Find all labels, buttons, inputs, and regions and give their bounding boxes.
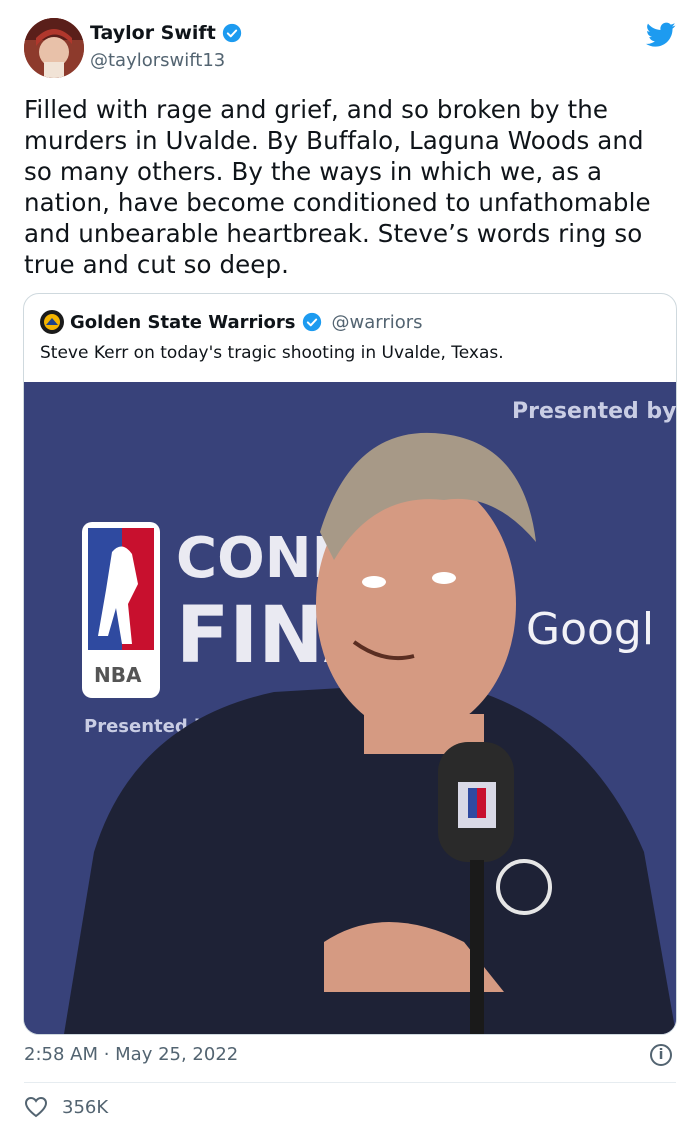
press-conference-image: Presented by Goog NBA CONFER FINA Googl … (24, 382, 676, 1034)
verified-badge-icon (222, 23, 241, 43)
like-count: 356K (62, 1096, 109, 1118)
info-icon[interactable]: i (650, 1044, 672, 1066)
author-handle[interactable]: @taylorswift13 (90, 50, 225, 71)
quoted-header: Golden State Warriors @warriors (40, 310, 423, 334)
nba-logo: NBA (82, 522, 160, 698)
like-row[interactable]: 356K (24, 1096, 108, 1118)
nba-logo-label: NBA (94, 663, 142, 687)
quoted-author-name[interactable]: Golden State Warriors (70, 312, 296, 333)
quoted-text: Steve Kerr on today's tragic shooting in… (40, 343, 504, 363)
verified-badge-icon (302, 312, 321, 332)
divider (24, 1082, 676, 1083)
quoted-tweet[interactable]: Golden State Warriors @warriors Steve Ke… (23, 293, 677, 1035)
author-name-row[interactable]: Taylor Swift (90, 22, 242, 44)
author-name[interactable]: Taylor Swift (90, 22, 216, 44)
tweet-timestamp[interactable]: 2:58 AM · May 25, 2022 (24, 1044, 238, 1065)
twitter-bird-icon[interactable] (646, 22, 676, 48)
backdrop-text-google: Googl (526, 604, 654, 655)
tweet-text: Filled with rage and grief, and so broke… (24, 95, 651, 279)
author-avatar[interactable] (24, 18, 84, 78)
quoted-video-frame[interactable]: Presented by Goog NBA CONFER FINA Googl … (24, 382, 676, 1034)
tweet-card: Taylor Swift @taylorswift13 Filled with … (0, 0, 700, 1136)
backdrop-text-presented-top: Presented by Goog (512, 399, 676, 424)
warriors-avatar[interactable] (40, 310, 64, 334)
quoted-author-handle[interactable]: @warriors (332, 312, 423, 333)
heart-icon[interactable] (24, 1096, 48, 1118)
